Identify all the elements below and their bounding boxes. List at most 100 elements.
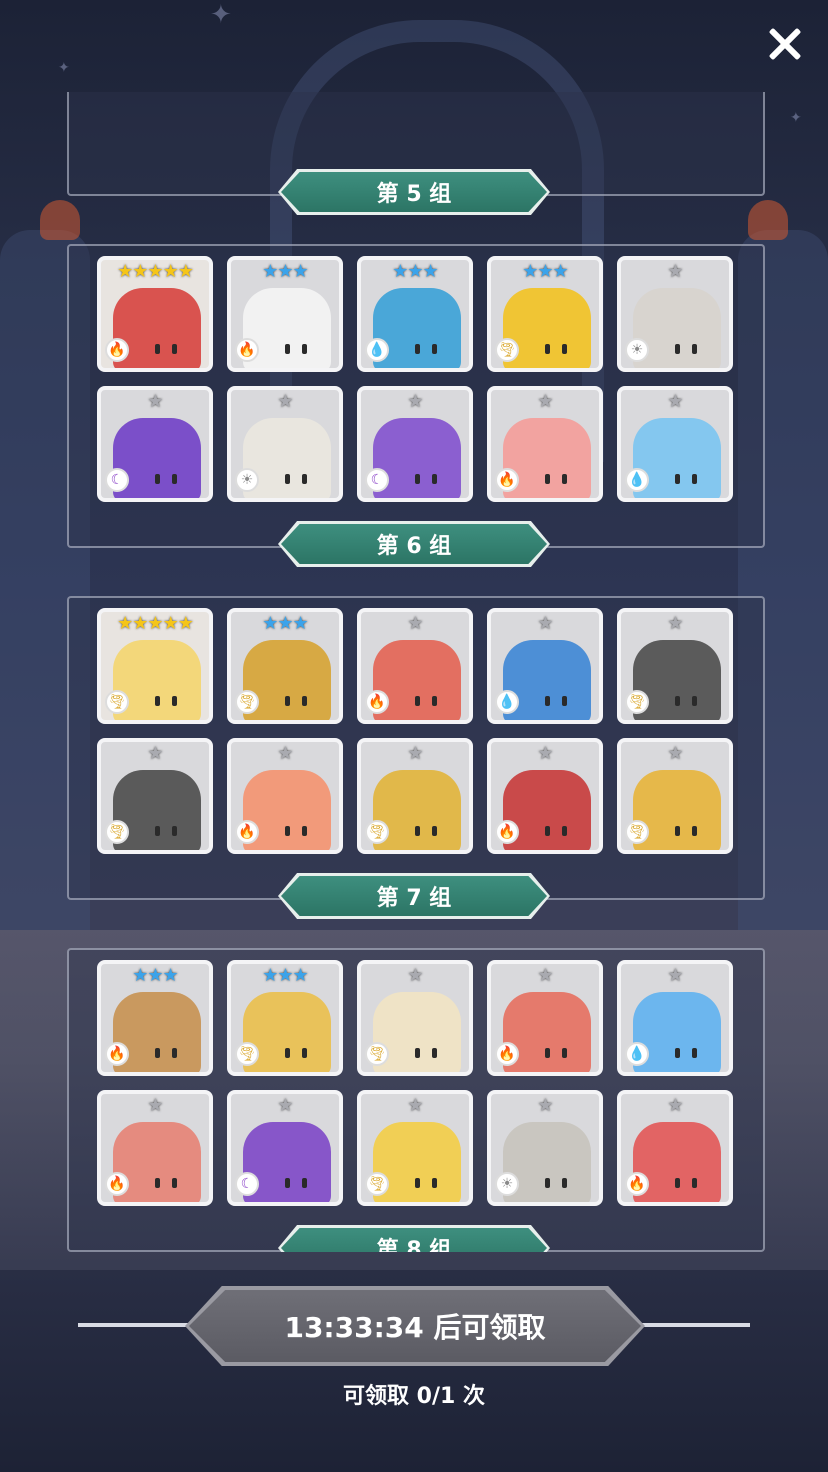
hero-face [671,474,701,484]
water-drop-icon: 💧 [625,1042,649,1066]
hero-card[interactable]: ★ 🌪 [97,738,213,854]
hero-card[interactable]: ★★★ 💧 [357,256,473,372]
hero-card[interactable]: ★★★★★ 🔥 [97,256,213,372]
star-rating: ★ [537,743,553,764]
hero-portrait [243,418,331,498]
star-rating: ★ [407,1095,423,1116]
fire-icon: 🔥 [495,1042,519,1066]
hero-card[interactable]: ★ 🔥 [97,1090,213,1206]
hero-card[interactable]: ★ 🌪 [357,1090,473,1206]
claim-timer-text: 13:33:34 后可领取 [284,1311,546,1344]
hero-face [151,696,181,706]
star-rating: ★ [537,965,553,986]
hero-face [151,1048,181,1058]
hero-card[interactable]: ★★★ 🔥 [227,256,343,372]
group-label-text: 第 7 组 [376,886,452,911]
hero-face [541,474,571,484]
hero-portrait [503,418,591,498]
hero-card[interactable]: ★ ☾ [357,386,473,502]
hero-card[interactable]: ★ 🔥 [617,1090,733,1206]
hero-card[interactable]: ★ 🌪 [617,738,733,854]
hero-portrait [243,1122,331,1202]
hero-portrait [243,640,331,720]
group-label-text: 第 8 组 [376,1238,452,1252]
hero-face [671,344,701,354]
hero-card[interactable]: ★ 🔥 [487,738,603,854]
claim-timer-button[interactable]: 13:33:34 后可领取 [185,1286,645,1366]
hero-portrait [633,640,721,720]
close-button[interactable] [762,22,806,66]
star-rating: ★★★ [132,965,178,986]
hero-card[interactable]: ★★★ 🌪 [227,608,343,724]
hero-portrait [243,992,331,1072]
star-rating: ★ [147,743,163,764]
hero-card[interactable]: ★ 🔥 [487,960,603,1076]
hero-card[interactable]: ★★★★★ 🌪 [97,608,213,724]
star-rating: ★ [537,391,553,412]
claim-count-text: 可领取 0/1 次 [343,1384,485,1409]
group-list[interactable]: 🔥☀🌪🌪🌪第 5 组★★★★★🔥★★★🔥★★★💧★★★🌪★☀★☾★☀★☾★🔥★💧… [0,92,828,1252]
hero-card[interactable]: ★ ☀ [227,386,343,502]
star-rating: ★ [667,613,683,634]
star-rating: ★ [147,391,163,412]
group-label: 第 7 组 [278,873,550,919]
hero-portrait [503,1122,591,1202]
fire-icon: 🔥 [105,1042,129,1066]
star-rating: ★ [277,743,293,764]
hero-portrait [373,1122,461,1202]
hero-face [671,1178,701,1188]
star-rating: ★ [667,261,683,282]
fire-icon: 🔥 [235,820,259,844]
star-rating: ★ [147,1095,163,1116]
group-label-text: 第 6 组 [376,534,452,559]
hero-portrait [113,288,201,368]
hero-card[interactable]: ★ 🔥 [487,386,603,502]
star-rating: ★ [407,613,423,634]
hero-card[interactable]: ★ ☀ [617,256,733,372]
hero-portrait [373,288,461,368]
hero-card[interactable]: ★ 🔥 [227,738,343,854]
group-label: 第 8 组 [278,1225,550,1252]
group-label-text: 第 5 组 [376,182,452,207]
tornado-icon: 🌪 [105,820,129,844]
divider-line-left [78,1323,190,1327]
star-rating: ★ [667,965,683,986]
hero-group-panel: ★★★ 🔥 ★★★ 🌪 ★ 🌪 ★ 🔥 ★ 💧 ★ 🔥 ★ ☾ ★ 🌪 ★ ☀ ★ 🔥 [67,948,765,1252]
hero-face [281,696,311,706]
hero-card[interactable]: ★★★ 🔥 [97,960,213,1076]
hero-portrait [373,418,461,498]
hero-card[interactable]: ★ 🌪 [357,960,473,1076]
hero-card[interactable]: ★ 🌪 [617,608,733,724]
hero-face [541,1178,571,1188]
tornado-icon: 🌪 [625,690,649,714]
hero-card[interactable]: ★ 💧 [617,386,733,502]
star-rating: ★ [667,743,683,764]
star-rating: ★ [537,613,553,634]
tornado-icon: 🌪 [495,338,519,362]
hero-card[interactable]: ★ ☀ [487,1090,603,1206]
hero-face [411,696,441,706]
hero-card[interactable]: ★ 💧 [617,960,733,1076]
star-rating: ★ [277,391,293,412]
moon-icon: ☾ [365,468,389,492]
tornado-icon: 🌪 [105,690,129,714]
fire-icon: 🔥 [625,1172,649,1196]
hero-card[interactable]: ★ 💧 [487,608,603,724]
hero-card[interactable]: ★ ☾ [227,1090,343,1206]
tornado-icon: 🌪 [235,690,259,714]
hero-face [281,1178,311,1188]
hero-face [541,1048,571,1058]
hero-card[interactable]: ★★★ 🌪 [227,960,343,1076]
hero-card[interactable]: ★ ☾ [97,386,213,502]
hero-portrait [113,418,201,498]
divider-line-right [640,1323,750,1327]
hero-card[interactable]: ★ 🔥 [357,608,473,724]
star-rating: ★★★★★ [117,261,194,282]
water-drop-icon: 💧 [495,690,519,714]
group-label: 第 6 组 [278,521,550,567]
hero-portrait [243,288,331,368]
hero-portrait [633,1122,721,1202]
hero-card[interactable]: ★ 🌪 [357,738,473,854]
hero-face [541,826,571,836]
hero-card[interactable]: ★★★ 🌪 [487,256,603,372]
